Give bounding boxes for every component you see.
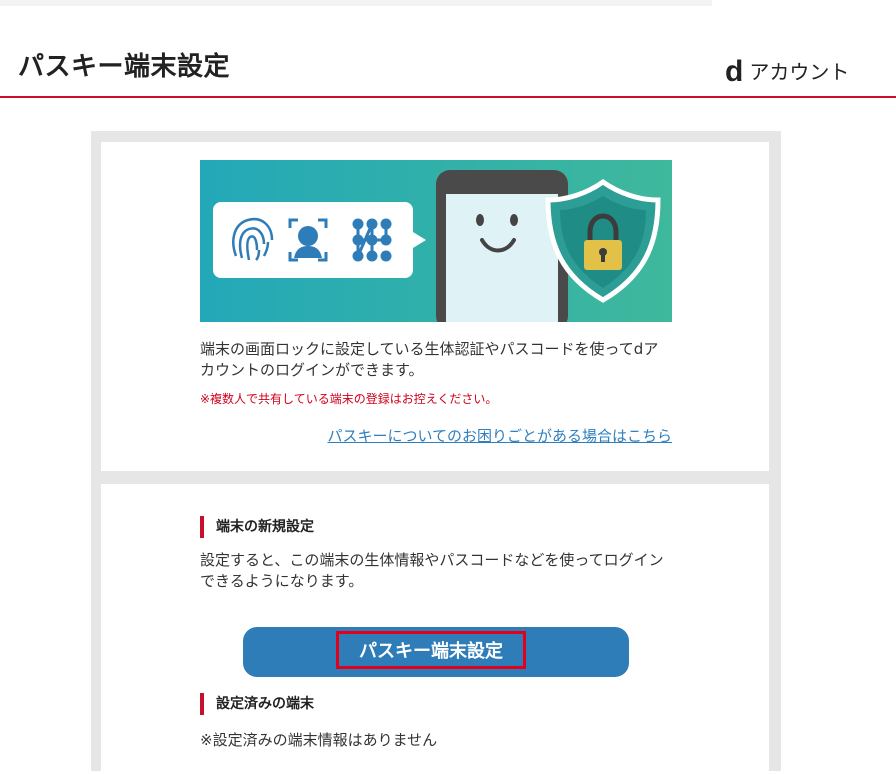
pattern-lock-icon [352,218,392,262]
passkey-setup-button[interactable]: パスキー端末設定 [243,627,629,677]
shared-device-warning: ※複数人で共有している端末の登録はお控えください。 [200,392,498,406]
brand-text: アカウント [749,60,850,84]
new-setup-heading: 端末の新規設定 [200,516,314,538]
page-title: パスキー端末設定 [18,52,231,82]
new-setup-description: 設定すると、この端末の生体情報やパスコードなどを使ってログインできるようになりま… [200,551,664,590]
no-configured-devices-note: ※設定済みの端末情報はありません [200,731,438,749]
configured-devices-heading: 設定済みの端末 [200,693,314,715]
passkey-help-link[interactable]: パスキーについてのお困りごとがある場合はこちら [327,425,672,446]
passkey-banner [200,160,672,322]
passkey-setup-button-label[interactable]: パスキー端末設定 [336,631,526,669]
page-header: パスキー端末設定 d アカウント [0,6,896,98]
auth-methods-bubble [213,202,426,278]
intro-description: 端末の画面ロックに設定している生体認証やパスコードを使ってdアカウントのログイン… [200,340,659,379]
smartphone-icon [436,170,568,322]
d-account-logo: d アカウント [725,55,850,88]
brand-mark: d [725,55,744,88]
